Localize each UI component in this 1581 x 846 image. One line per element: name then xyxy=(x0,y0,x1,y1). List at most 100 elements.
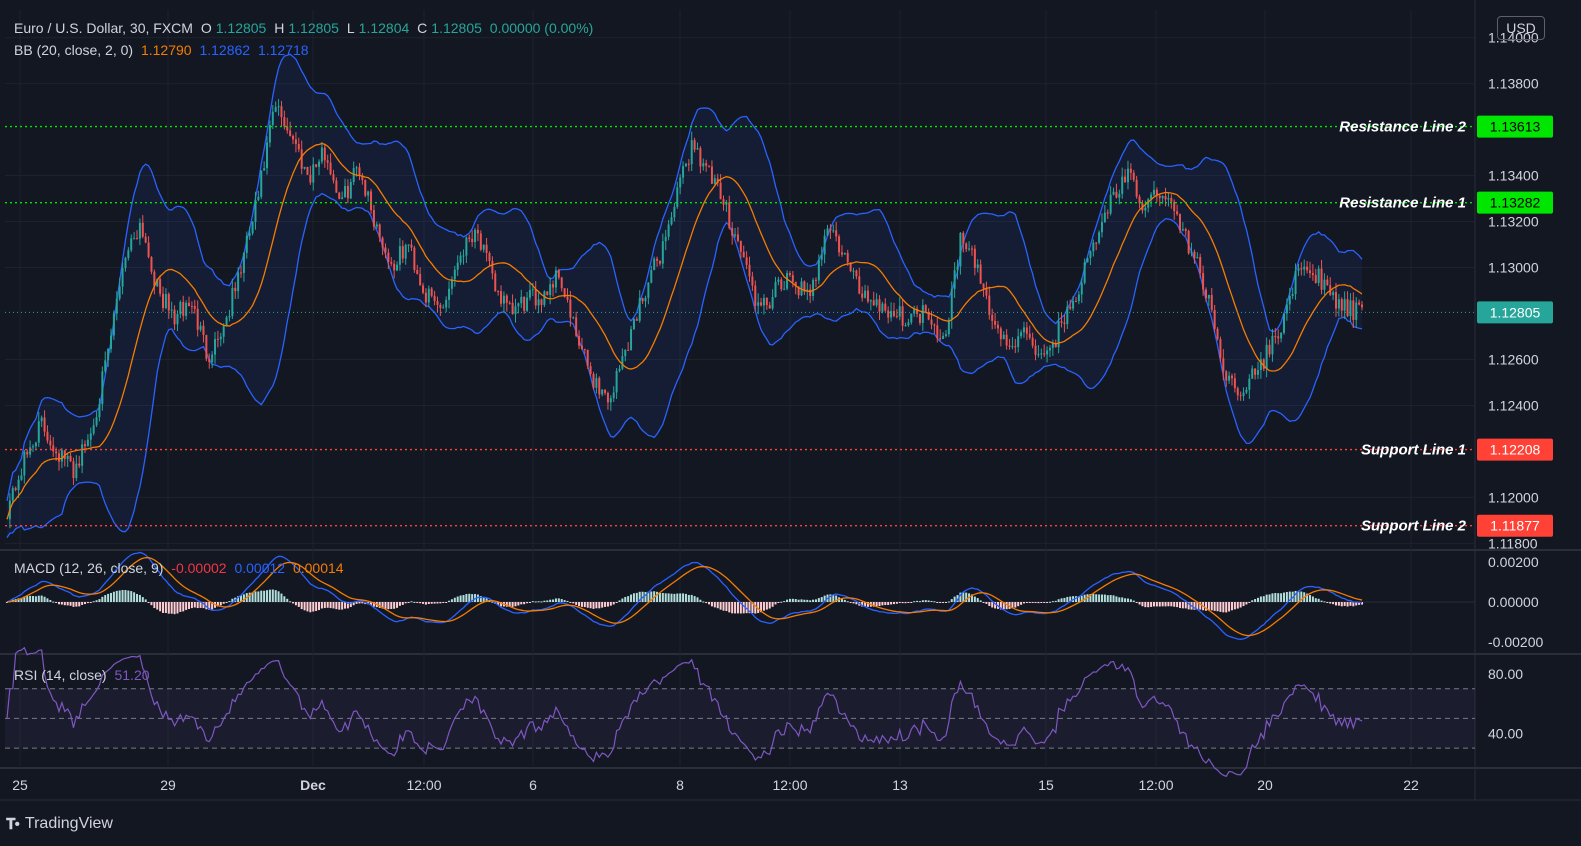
macd-hist-bar xyxy=(774,602,777,605)
candle-body xyxy=(632,319,635,330)
macd-hist-bar xyxy=(43,596,46,602)
candle-body xyxy=(306,167,309,175)
macd-hist-bar xyxy=(846,601,849,603)
candle-body xyxy=(34,442,37,447)
candle-body xyxy=(167,294,170,311)
candle-body xyxy=(37,421,40,443)
macd-hist-bar xyxy=(1216,602,1219,612)
main-y-tick-8: 1.11800 xyxy=(1488,535,1538,551)
candle-body xyxy=(936,325,939,339)
candle-body xyxy=(297,143,300,150)
tradingview-brand[interactable]: 𝐓• TradingView xyxy=(6,815,113,833)
macd-hist-bar xyxy=(1213,602,1216,611)
candle-body xyxy=(1285,304,1288,314)
candle-body xyxy=(696,148,699,150)
macd-hist-bar xyxy=(306,602,309,612)
macd-hist-bar xyxy=(1173,602,1176,607)
macd-hist-bar xyxy=(268,589,271,602)
macd-hist-bar xyxy=(918,601,921,603)
candle-body xyxy=(1303,266,1306,270)
macd-hist-bar xyxy=(794,599,797,602)
candle-body xyxy=(474,229,477,243)
macd-hist-bar xyxy=(1115,596,1118,602)
candle-body xyxy=(1158,195,1161,199)
candle-body xyxy=(670,217,673,225)
macd-hist-bar xyxy=(904,602,907,604)
macd-hist-bar xyxy=(413,601,416,603)
macd-hist-bar xyxy=(511,602,514,607)
candle-body xyxy=(1349,300,1352,317)
macd-hist-bar xyxy=(153,602,156,609)
macd-hist-bar xyxy=(401,602,404,605)
macd-hist-bar xyxy=(569,602,572,603)
currency-button[interactable]: USD xyxy=(1497,16,1545,40)
x-tick-6: 12:00 xyxy=(772,777,807,793)
macd-hist-bar xyxy=(75,602,78,607)
x-tick-2: Dec xyxy=(300,777,326,793)
macd-hist-bar xyxy=(341,602,344,610)
candle-body xyxy=(1204,289,1207,299)
candle-body xyxy=(653,258,656,271)
macd-hist-bar xyxy=(705,602,708,604)
macd-hist-bar xyxy=(771,602,774,607)
macd-hist-bar xyxy=(66,602,69,606)
macd-hist-bar xyxy=(58,602,61,605)
macd-hist-bar xyxy=(1230,602,1233,611)
candle-body xyxy=(846,252,849,263)
macd-hist-bar xyxy=(1254,599,1257,602)
macd-hist-bar xyxy=(589,602,592,609)
macd-hist-bar xyxy=(1329,602,1332,604)
macd-hist-bar xyxy=(563,600,566,602)
candle-body xyxy=(280,106,283,118)
close-value: 1.12805 xyxy=(431,20,482,36)
candle-body xyxy=(390,262,393,264)
candle-body xyxy=(892,311,895,316)
macd-hist-bar xyxy=(950,599,953,602)
macd-hist-bar xyxy=(601,602,604,608)
candle-body xyxy=(520,296,523,304)
macd-hist-bar xyxy=(534,601,537,603)
macd-hist-bar xyxy=(182,602,185,612)
candle-body xyxy=(500,291,503,304)
candle-body xyxy=(1121,176,1124,194)
candle-body xyxy=(300,149,303,169)
macd-hist-bar xyxy=(1181,602,1184,609)
macd-hist-bar xyxy=(1320,600,1323,602)
candle-body xyxy=(598,377,601,395)
level-tag-3: 1.11877 xyxy=(1490,518,1540,534)
candle-body xyxy=(323,147,326,161)
candle-body xyxy=(1193,251,1196,259)
candle-body xyxy=(771,297,774,309)
macd-hist-bar xyxy=(632,593,635,602)
macd-hist-bar xyxy=(49,600,52,602)
macd-hist-bar xyxy=(676,593,679,602)
candle-body xyxy=(1199,257,1202,274)
macd-hist-bar xyxy=(318,602,321,611)
candle-body xyxy=(1228,375,1231,381)
candle-body xyxy=(78,463,81,466)
candle-body xyxy=(910,313,913,323)
macd-hist-bar xyxy=(1100,594,1103,602)
macd-hist-bar xyxy=(358,602,361,604)
macd-hist-bar xyxy=(1314,598,1317,602)
level-tag-0: 1.13613 xyxy=(1490,119,1541,135)
candle-body xyxy=(401,246,404,259)
candle-body xyxy=(1002,334,1005,340)
macd-hist-bar xyxy=(777,602,780,603)
main-y-tick-5: 1.12600 xyxy=(1488,351,1539,367)
macd-hist-bar xyxy=(580,602,583,607)
macd-y-tick-2: -0.00200 xyxy=(1488,634,1543,650)
macd-hist-bar xyxy=(459,595,462,602)
candle-body xyxy=(719,182,722,200)
macd-hist-bar xyxy=(1239,602,1242,608)
candle-body xyxy=(1074,300,1077,302)
candle-body xyxy=(999,328,1002,340)
macd-hist-bar xyxy=(40,595,43,602)
candle-body xyxy=(289,130,292,136)
macd-hist-bar xyxy=(557,598,560,602)
macd-hist-bar xyxy=(924,600,927,602)
macd-hist-bar xyxy=(1028,602,1031,603)
candle-body xyxy=(572,317,575,319)
candle-body xyxy=(878,299,881,312)
macd-hist-bar xyxy=(1323,601,1326,603)
